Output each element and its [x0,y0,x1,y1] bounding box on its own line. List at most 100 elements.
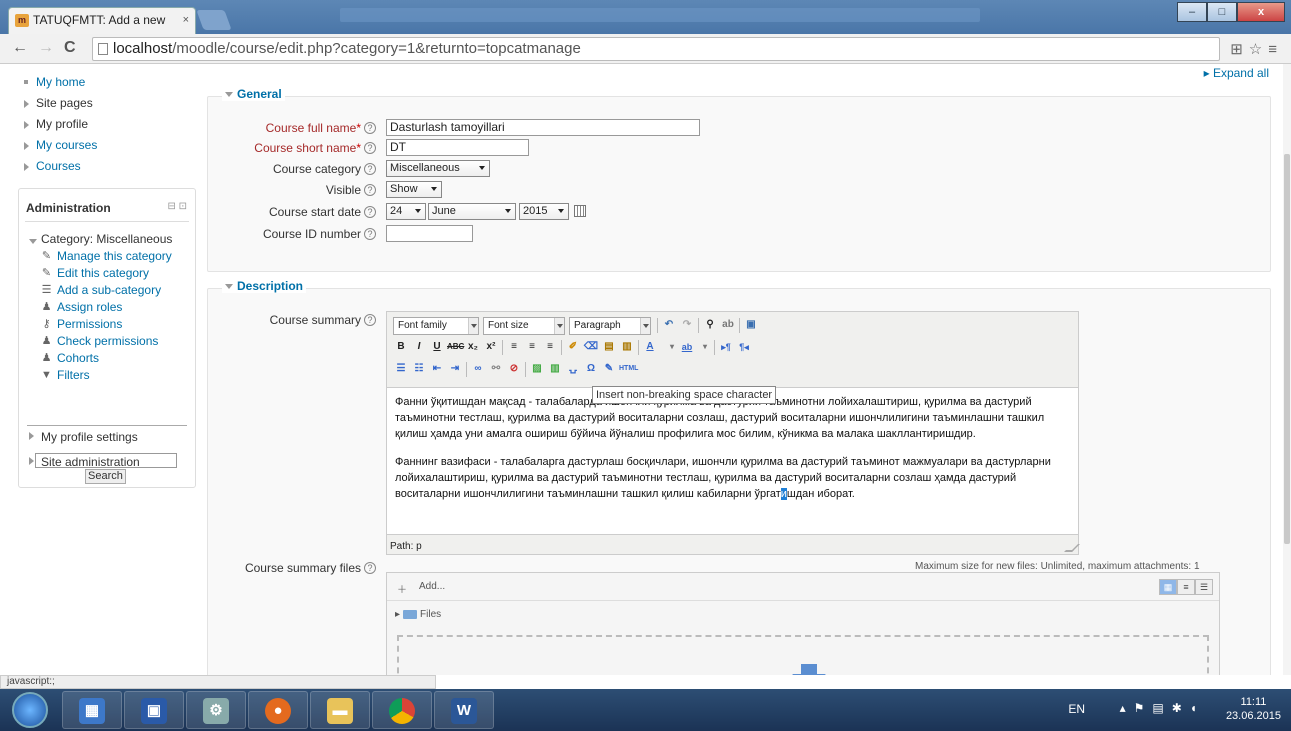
admin-item-check-permissions[interactable]: ♟ Check permissions [27,333,172,350]
admin-item-filters[interactable]: ▼ Filters [27,367,172,384]
forward-arrow-icon[interactable]: → [38,39,54,57]
html-icon[interactable]: HTML [619,361,638,377]
address-bar[interactable]: localhost/moodle/course/edit.php?categor… [92,37,1220,61]
highlight-color-icon[interactable]: ab [679,339,695,355]
language-indicator[interactable]: EN [1068,702,1085,716]
italic-icon[interactable]: I [411,339,427,355]
bullet-list-icon[interactable]: ☰ [393,361,409,377]
image-icon[interactable]: ▨ [529,361,545,377]
admin-item-assign-roles[interactable]: ♟ Assign roles [27,299,172,316]
help-icon[interactable]: ? [364,121,376,134]
superscript-icon[interactable]: x² [483,339,499,355]
tray-icons[interactable]: ▴⚑▤✱◖ [1120,701,1205,715]
browser-tab[interactable]: m TATUQFMTT: Add a new × [8,7,196,34]
add-file-link[interactable]: Add... [419,581,445,592]
start-day-select[interactable]: 24 [386,203,426,220]
taskbar-app-1[interactable]: ▦ [62,691,122,729]
admin-item-cohorts[interactable]: ♟ Cohorts [27,350,172,367]
bold-icon[interactable]: B [393,339,409,355]
maximize-button[interactable]: □ [1207,2,1237,22]
align-center-icon[interactable]: ≡ [524,339,540,355]
help-icon[interactable]: ? [364,141,376,154]
taskbar-app-explorer[interactable]: ▬ [310,691,370,729]
clock[interactable]: 11:11 23.06.2015 [1226,695,1281,723]
highlight-dropdown-icon[interactable]: ▾ [697,339,713,355]
taskbar-app-chrome[interactable] [372,691,432,729]
taskbar-app-settings[interactable]: ⚙ [186,691,246,729]
nav-item-site-pages[interactable]: Site pages [22,93,97,114]
resize-grip-icon[interactable] [1064,544,1080,552]
admin-item-permissions[interactable]: ⚷ Permissions [27,316,172,333]
short-name-field[interactable]: DT [386,139,529,156]
spellcheck-icon[interactable]: ✎ [601,361,617,377]
fullscreen-icon[interactable]: ▣ [743,317,759,333]
paste-text-icon[interactable]: ▤ [601,339,617,355]
unlink-icon[interactable]: ⚯ [488,361,504,377]
paste-word-icon[interactable]: ▥ [619,339,635,355]
ltr-icon[interactable]: ▸¶ [718,339,734,355]
tree-view-icon[interactable]: ☰ [1195,579,1213,595]
align-left-icon[interactable]: ≡ [506,339,522,355]
toolbar-icons[interactable]: ⊞☆≡ [1230,40,1283,58]
clean-up-icon[interactable]: ✐ [565,339,581,355]
find-icon[interactable]: ⚲ [702,317,718,333]
outdent-icon[interactable]: ⇤ [429,361,445,377]
help-icon[interactable]: ? [364,227,376,240]
expand-all-link[interactable]: ▸ Expand all [1204,66,1269,80]
grid-view-icon[interactable]: ▦ [1159,579,1177,595]
nav-item-my-courses[interactable]: My courses [22,135,97,156]
redo-icon[interactable]: ↷ [679,317,695,333]
admin-item-edit-category[interactable]: ✎ Edit this category [27,265,172,282]
help-icon[interactable]: ? [364,205,376,218]
help-icon[interactable]: ? [364,313,376,326]
font-size-select[interactable]: Font size [483,317,565,335]
list-view-icon[interactable]: ≡ [1177,579,1195,595]
help-icon[interactable]: ? [364,561,376,574]
rtl-icon[interactable]: ¶◂ [736,339,752,355]
text-color-dropdown-icon[interactable]: ▾ [664,339,680,355]
nav-item-courses[interactable]: Courses [22,156,97,177]
admin-category[interactable]: Category: Miscellaneous [27,231,172,248]
course-id-field[interactable] [386,225,473,242]
taskbar-app-firefox[interactable]: ● [248,691,308,729]
window-close-button[interactable]: x [1237,2,1285,22]
start-year-select[interactable]: 2015 [519,203,569,220]
minimize-button[interactable]: – [1177,2,1207,22]
admin-item-add-subcategory[interactable]: ☰ Add a sub-category [27,282,172,299]
reload-icon[interactable]: C [64,39,76,57]
admin-search-button[interactable]: Search [85,469,126,484]
taskbar-app-word[interactable]: W [434,691,494,729]
visible-select[interactable]: Show [386,181,442,198]
admin-item-manage-category[interactable]: ✎ Manage this category [27,248,172,265]
align-right-icon[interactable]: ≡ [542,339,558,355]
calendar-icon[interactable] [574,205,586,217]
admin-search-input[interactable] [35,453,177,468]
start-button[interactable] [12,692,48,728]
underline-icon[interactable]: U [429,339,445,355]
new-tab-button[interactable] [196,10,232,30]
admin-item-profile-settings[interactable]: My profile settings [27,425,140,450]
strikethrough-icon[interactable]: ABC [447,339,464,355]
nonbreaking-space-icon[interactable]: ⍽ [565,361,581,377]
font-family-select[interactable]: Font family [393,317,479,335]
back-arrow-icon[interactable]: ← [12,39,28,57]
nav-item-my-profile[interactable]: My profile [22,114,97,135]
description-legend[interactable]: Description [222,279,307,293]
paragraph-select[interactable]: Paragraph [569,317,651,335]
undo-icon[interactable]: ↶ [661,317,677,333]
nolink-icon[interactable]: ⊘ [506,361,522,377]
start-month-select[interactable]: June [428,203,516,220]
page-scrollbar[interactable] [1283,64,1291,675]
files-folder-row[interactable]: ▸ Files [395,609,441,620]
help-icon[interactable]: ? [364,183,376,196]
numbered-list-icon[interactable]: ☷ [411,361,427,377]
text-color-icon[interactable]: A [642,339,658,355]
taskbar-app-save[interactable]: ▣ [124,691,184,729]
link-icon[interactable]: ∞ [470,361,486,377]
special-char-icon[interactable]: Ω [583,361,599,377]
editor-content-area[interactable]: Фанни ўқитишдан мақсад - талабаларда ишо… [387,387,1078,535]
general-legend[interactable]: General [222,87,285,101]
tab-close-icon[interactable]: × [183,8,189,33]
block-controls-icon[interactable]: ⊟ ⊡ [167,201,187,212]
replace-icon[interactable]: ab [720,317,736,333]
